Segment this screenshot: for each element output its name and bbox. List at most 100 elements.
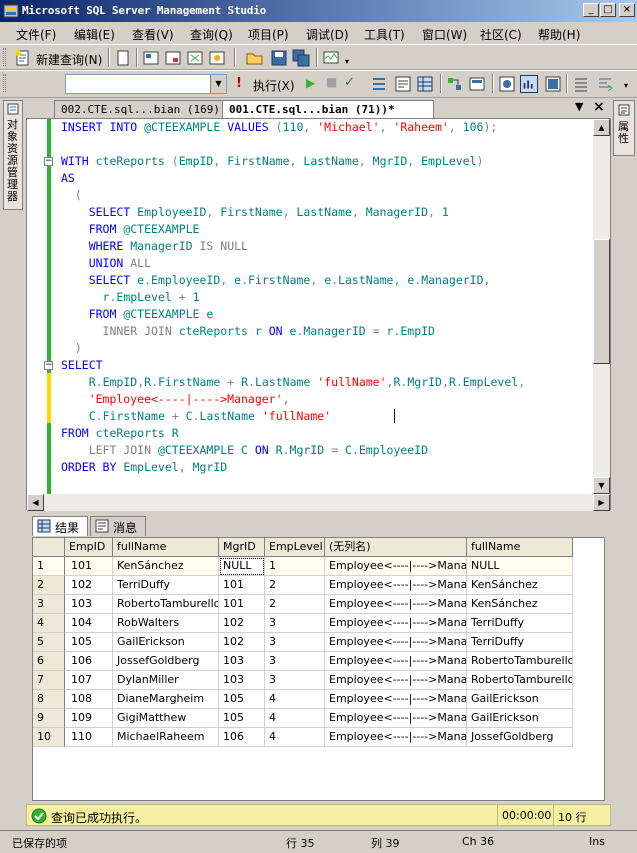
code-line[interactable]: AS [61,170,75,187]
code-line[interactable]: 'Employee<----|---->Manager', [61,391,290,408]
grid-cell[interactable]: Employee<----|---->Manager [325,671,467,690]
menu-edit[interactable]: 编辑(E) [74,26,115,43]
object-explorer-tab[interactable]: 对象资源管理器 [3,100,23,210]
code-line[interactable]: C.FirstName + C.LastName 'fullName' [61,408,331,425]
grid-cell[interactable]: 2 [265,576,325,595]
grid-cell[interactable]: Employee<----|---->Manager [325,690,467,709]
grid-cell[interactable]: RobertoTamburello [467,671,573,690]
grid-cell[interactable]: 101 [65,557,113,576]
grid-cell[interactable]: 3 [265,671,325,690]
grid-cell[interactable]: 103 [65,595,113,614]
minimize-button[interactable]: _ [583,3,599,17]
save-icon[interactable] [270,49,288,67]
grid-cell[interactable]: Employee<----|---->Manager [325,633,467,652]
grid-cell[interactable]: 102 [65,576,113,595]
grid-cell[interactable]: RobertoTamburello [467,652,573,671]
scroll-down-button[interactable]: ▼ [593,477,610,494]
grid-cell[interactable]: DylanMiller [113,671,219,690]
scrollbar-thumb[interactable] [593,239,610,364]
grid-cell[interactable]: 102 [219,633,265,652]
grid-row-header[interactable]: 10 [33,728,65,747]
grid-cell[interactable]: Employee<----|---->Manager [325,709,467,728]
align-lines-icon[interactable] [572,75,590,93]
scroll-right-button[interactable]: ▶ [593,494,610,511]
grid-row-header[interactable]: 2 [33,576,65,595]
menu-file[interactable]: 文件(F) [16,26,56,43]
grid-cell[interactable]: Employee<----|---->Manager [325,557,467,576]
grid-cell[interactable]: 102 [219,614,265,633]
grid-cell[interactable]: 103 [219,671,265,690]
close-window-button[interactable]: × [619,3,635,17]
parse-check-icon[interactable]: ✓ [344,75,355,90]
code-line[interactable]: INNER JOIN cteReports r ON e.ManagerID =… [61,323,435,340]
scroll-up-button[interactable]: ▲ [593,119,610,136]
code-line[interactable]: R.EmpID,R.FirstName + R.LastName 'fullNa… [61,374,525,391]
save-all-icon[interactable] [292,49,310,67]
grid-cell[interactable]: 104 [65,614,113,633]
grid-cell[interactable]: 105 [65,633,113,652]
code-line[interactable]: SELECT e.EmployeeID, e.FirstName, e.Last… [61,272,491,289]
mdx-query-icon[interactable] [142,49,160,67]
grid-cell[interactable]: 101 [219,576,265,595]
grid-cell[interactable]: 106 [65,652,113,671]
code-line[interactable]: SELECT [61,357,103,374]
dmx-query-icon[interactable] [164,49,182,67]
grid-column-header[interactable]: EmpID [65,538,113,557]
grid-cell[interactable]: JossefGoldberg [113,652,219,671]
grid-cell[interactable]: Employee<----|---->Manager [325,728,467,747]
grid-cell[interactable]: 110 [65,728,113,747]
grid-cell[interactable]: 103 [219,652,265,671]
grid-cell[interactable]: GailErickson [467,709,573,728]
comment-lines-icon[interactable] [596,75,614,93]
new-query-button[interactable]: 新建查询(N) [36,51,102,68]
code-line[interactable]: ( [61,187,82,204]
tab-002-cte-sql[interactable]: 002.CTE.sql...bian (169)) [54,100,236,118]
grid-cell[interactable]: 4 [265,690,325,709]
code-line[interactable]: UNION ALL [61,255,151,272]
grid-row-header[interactable]: 5 [33,633,65,652]
results-to-grid-icon[interactable] [416,75,434,93]
xmla-query-icon[interactable] [186,49,204,67]
grid-cell[interactable]: 2 [265,595,325,614]
properties-tab[interactable]: 属性 [613,100,635,156]
debug-play-icon[interactable]: ▶ [306,76,315,90]
grid-column-header[interactable]: fullName [467,538,573,557]
grid-cell[interactable]: 105 [219,690,265,709]
results-grid[interactable]: EmpID fullName MgrID EmpLevel (无列名) fullName 1… [32,537,605,801]
code-area[interactable]: INSERT INTO @CTEEXAMPLE VALUES (110, 'Mi… [61,119,593,494]
grid-cell[interactable]: TerriDuffy [467,614,573,633]
grid-cell[interactable]: Employee<----|---->Manager [325,652,467,671]
code-line[interactable]: FROM cteReports R [61,425,179,442]
new-query-icon[interactable] [14,49,32,67]
code-line[interactable]: FROM @CTEEXAMPLE e [61,306,214,323]
new-file-icon[interactable] [114,49,132,67]
grid-corner[interactable] [33,538,65,557]
code-line[interactable]: INSERT INTO @CTEEXAMPLE VALUES (110, 'Mi… [61,119,497,136]
grid-cell[interactable]: 3 [265,633,325,652]
grid-cell[interactable]: GigiMatthew [113,709,219,728]
grid-cell[interactable]: Employee<----|---->Manager [325,614,467,633]
grid-cell[interactable]: TerriDuffy [113,576,219,595]
menu-help[interactable]: 帮助(H) [538,26,580,43]
cancel-query-icon[interactable]: ■ [326,75,337,89]
open-folder-icon[interactable] [246,49,264,67]
editor-vertical-scrollbar[interactable]: ▲ ▼ [593,119,610,494]
query-options-icon[interactable] [468,75,486,93]
code-line[interactable]: ) [61,340,82,357]
grid-cell[interactable]: 1 [265,557,325,576]
menu-community[interactable]: 社区(C) [480,26,522,43]
toolbar-overflow-icon[interactable]: ▾ [345,57,349,66]
code-line[interactable]: r.EmpLevel + 1 [61,289,200,306]
fold-toggle-icon[interactable]: − [44,361,53,370]
grid-cell[interactable]: DianeMargheim [113,690,219,709]
execute-button[interactable]: 执行(X) [253,77,295,94]
client-stats-icon[interactable] [520,75,538,93]
grid-column-header[interactable]: fullName [113,538,219,557]
grid-cell[interactable]: TerriDuffy [467,633,573,652]
menu-project[interactable]: 项目(P) [248,26,289,43]
grid-row-header[interactable]: 8 [33,690,65,709]
grid-cell[interactable]: MichaelRaheem [113,728,219,747]
code-line[interactable]: LEFT JOIN @CTEEXAMPLE C ON R.MgrID = C.E… [61,442,428,459]
grid-cell[interactable]: Employee<----|---->Manager [325,576,467,595]
grid-cell[interactable]: GailErickson [113,633,219,652]
